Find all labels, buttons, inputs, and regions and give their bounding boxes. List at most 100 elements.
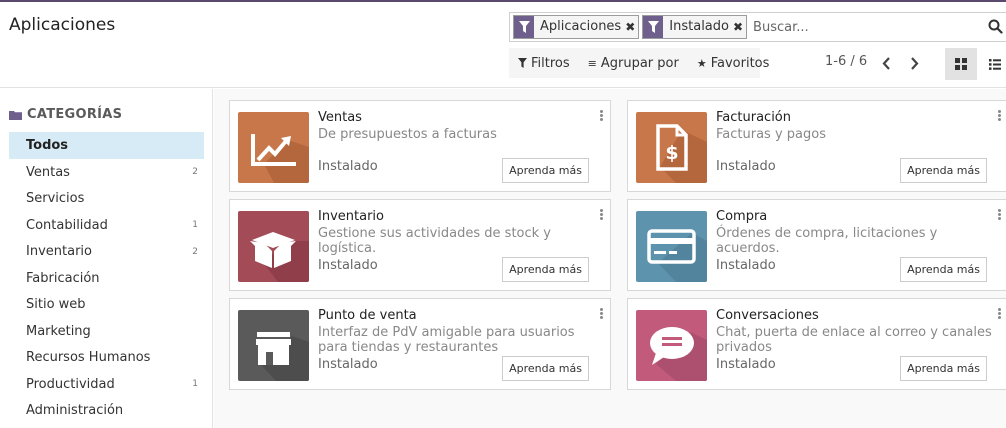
category-count: 2 — [192, 167, 198, 178]
app-status: Instalado — [318, 258, 378, 273]
app-name: Ventas — [318, 110, 362, 125]
category-item-inventario[interactable]: Inventario 2 — [9, 239, 204, 266]
kebab-menu-icon[interactable] — [998, 209, 1002, 220]
category-item-productividad[interactable]: Productividad 1 — [9, 371, 204, 398]
app-card-inventario[interactable]: Inventario Gestione sus actividades de s… — [229, 199, 611, 291]
kebab-menu-icon[interactable] — [998, 110, 1002, 121]
learn-more-button[interactable]: Aprenda más — [502, 257, 589, 282]
filters-button[interactable]: Filtros — [518, 56, 570, 71]
learn-more-button[interactable]: Aprenda más — [502, 158, 589, 183]
learn-more-button[interactable]: Aprenda más — [900, 158, 987, 183]
app-card-conversaciones[interactable]: Conversaciones Chat, puerta de enlace al… — [627, 298, 1006, 390]
pager-value[interactable]: 1-6 / 6 — [825, 54, 867, 69]
filter-icon — [514, 16, 534, 38]
search-box[interactable]: Aplicaciones ✖ Instalado ✖ — [509, 12, 1006, 42]
remove-facet-icon[interactable]: ✖ — [625, 16, 638, 38]
facet-label: Aplicaciones — [540, 19, 622, 34]
apps-kanban: Ventas De presupuestos a facturas Instal… — [214, 89, 1006, 428]
category-item-sitio-web[interactable]: Sitio web — [9, 292, 204, 319]
category-count: 2 — [192, 246, 198, 257]
app-description: Facturas y pagos — [716, 127, 826, 142]
list-view-button[interactable] — [983, 48, 1006, 80]
categories-title: CATEGORÍAS — [27, 107, 123, 122]
app-name: Conversaciones — [716, 308, 819, 323]
app-description: De presupuestos a facturas — [318, 127, 497, 142]
app-card-punto-de-venta[interactable]: Punto de venta Interfaz de PdV amigable … — [229, 298, 611, 390]
category-label: Ventas — [26, 164, 70, 180]
category-item-fabricacion[interactable]: Fabricación — [9, 265, 204, 292]
kebab-menu-icon[interactable] — [600, 110, 604, 121]
category-label: Recursos Humanos — [26, 350, 151, 366]
remove-facet-icon[interactable]: ✖ — [733, 16, 746, 38]
app-name: Facturación — [716, 110, 791, 125]
sales-chart-icon — [238, 112, 309, 183]
category-label: Fabricación — [26, 270, 100, 286]
category-item-administracion[interactable]: Administración — [9, 398, 204, 425]
grid-icon — [955, 58, 967, 70]
category-sidebar: CATEGORÍAS Todos Ventas 2 Servicios Conta… — [0, 89, 213, 428]
next-page-button[interactable] — [907, 54, 921, 72]
app-name: Punto de venta — [318, 308, 417, 323]
app-description: Órdenes de compra, licitaciones y acuerd… — [716, 226, 938, 256]
kanban-view-button[interactable] — [945, 48, 977, 80]
app-status: Instalado — [716, 159, 776, 174]
category-count: 1 — [192, 220, 198, 231]
filters-bar: Filtros ≡ Agrupar por ★ Favoritos — [509, 48, 769, 78]
app-card-ventas[interactable]: Ventas De presupuestos a facturas Instal… — [229, 100, 611, 192]
list-icon — [988, 58, 1001, 70]
app-card-compra[interactable]: Compra Órdenes de compra, licitaciones y… — [627, 199, 1006, 291]
control-panel: Aplicaciones Aplicaciones ✖ Instalado ✖ … — [0, 2, 1006, 88]
learn-more-button[interactable]: Aprenda más — [900, 257, 987, 282]
filter-icon — [643, 16, 664, 38]
group-by-label: Agrupar por — [600, 55, 679, 71]
search-facet-aplicaciones[interactable]: Aplicaciones ✖ — [513, 15, 640, 39]
box-icon — [238, 211, 309, 282]
app-card-facturacion[interactable]: $ Facturación Facturas y pagos Instalado… — [627, 100, 1006, 192]
category-item-marketing[interactable]: Marketing — [9, 318, 204, 345]
invoice-dollar-icon: $ — [636, 112, 707, 183]
kebab-menu-icon[interactable] — [600, 209, 604, 220]
category-label: Contabilidad — [26, 217, 108, 233]
app-status: Instalado — [716, 357, 776, 372]
category-list: Todos Ventas 2 Servicios Contabilidad 1 In… — [9, 132, 204, 424]
app-name: Inventario — [318, 209, 384, 224]
previous-page-button[interactable] — [879, 54, 893, 72]
category-item-todos[interactable]: Todos — [9, 132, 204, 159]
category-item-contabilidad[interactable]: Contabilidad 1 — [9, 212, 204, 239]
kebab-menu-icon[interactable] — [600, 308, 604, 319]
app-description: Chat, puerta de enlace al correo y canal… — [716, 325, 992, 355]
app-description: Interfaz de PdV amigable para usuarios p… — [318, 325, 575, 355]
category-item-ventas[interactable]: Ventas 2 — [9, 159, 204, 186]
store-icon — [238, 310, 309, 381]
chat-bubble-icon — [636, 310, 707, 381]
category-item-servicios[interactable]: Servicios — [9, 186, 204, 213]
group-by-button[interactable]: ≡ Agrupar por — [588, 56, 679, 71]
learn-more-button[interactable]: Aprenda más — [502, 356, 589, 381]
search-facet-instalado[interactable]: Instalado ✖ — [642, 15, 748, 39]
folder-icon — [9, 110, 22, 120]
facet-label: Instalado — [669, 19, 729, 34]
favorites-label: Favoritos — [710, 55, 770, 71]
bars-icon: ≡ — [587, 56, 597, 70]
learn-more-button[interactable]: Aprenda más — [900, 356, 987, 381]
page-title: Aplicaciones — [9, 15, 116, 35]
filters-label: Filtros — [531, 55, 570, 71]
search-icon[interactable] — [988, 19, 1004, 35]
category-label: Sitio web — [26, 297, 86, 313]
search-input[interactable] — [753, 15, 994, 39]
credit-card-icon — [636, 211, 707, 282]
category-label: Servicios — [26, 191, 85, 207]
svg-text:$: $ — [665, 142, 678, 164]
app-description: Gestione sus actividades de stock y logí… — [318, 226, 552, 256]
app-status: Instalado — [318, 357, 378, 372]
favorites-button[interactable]: ★ Favoritos — [697, 56, 770, 71]
kebab-menu-icon[interactable] — [998, 308, 1002, 319]
category-label: Inventario — [26, 244, 92, 260]
app-status: Instalado — [318, 159, 378, 174]
category-count: 1 — [192, 379, 198, 390]
category-label: Administración — [26, 403, 124, 419]
chevron-right-icon — [910, 56, 918, 70]
category-label: Marketing — [26, 323, 91, 339]
app-status: Instalado — [716, 258, 776, 273]
category-item-recursos-humanos[interactable]: Recursos Humanos — [9, 345, 204, 372]
